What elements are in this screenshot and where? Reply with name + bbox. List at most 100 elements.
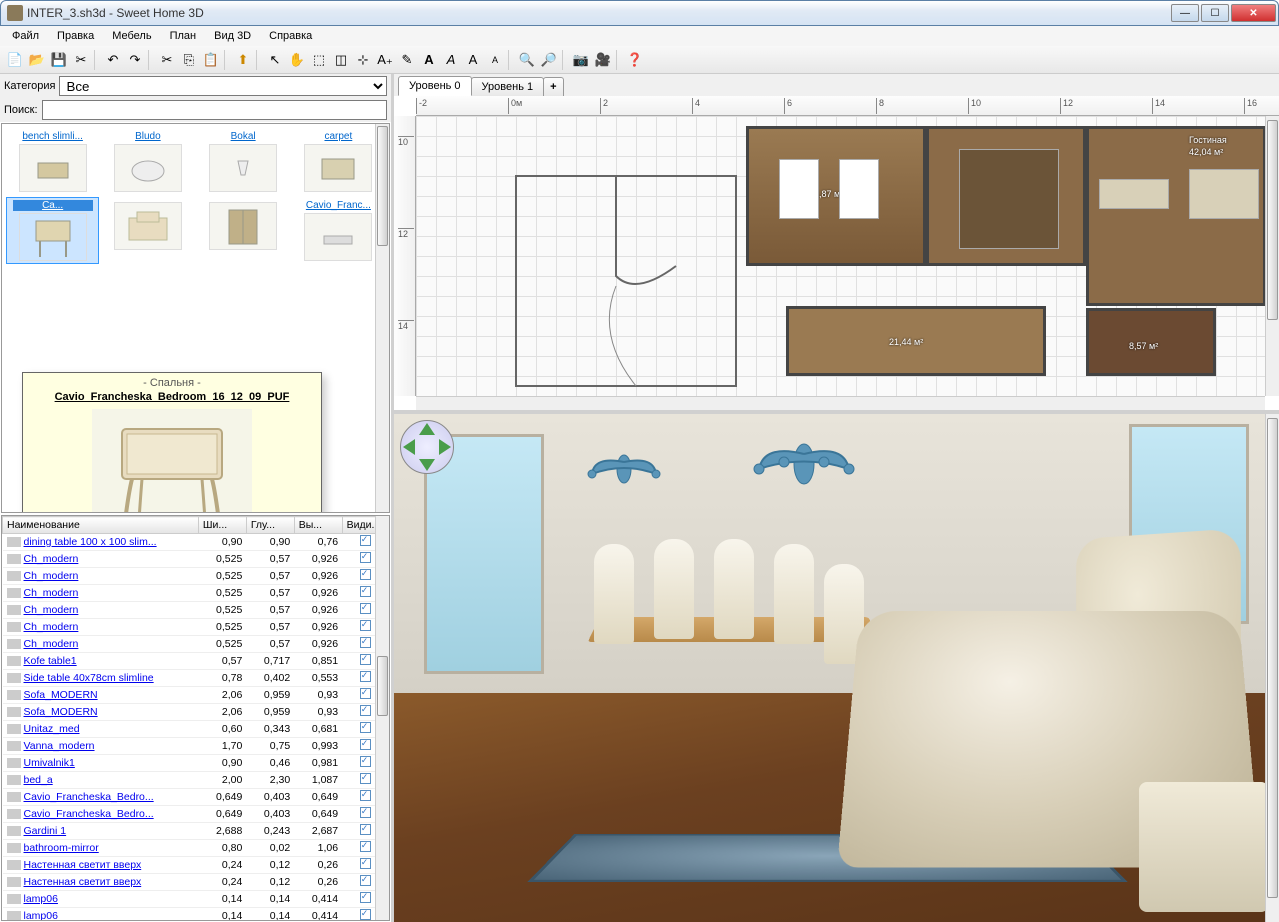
maximize-button[interactable]: ☐ (1201, 4, 1229, 22)
plan-scrollbar-v[interactable] (1265, 116, 1279, 396)
create-text-icon[interactable]: ✎ (396, 49, 418, 71)
toolbar: 📄 📂 💾 ✂ ↶ ↷ ✂ ⎘ 📋 ⬆ ↖ ✋ ⬚ ◫ ⊹ A₊ ✎ A A A… (0, 46, 1279, 74)
create-polyline-icon[interactable]: ⊹ (352, 49, 374, 71)
table-row[interactable]: Ch_modern0,5250,570,926 (3, 602, 389, 619)
add-furniture-icon[interactable]: ⬆ (232, 49, 254, 71)
table-row[interactable]: Cavio_Francheska_Bedro...0,6490,4030,649 (3, 789, 389, 806)
furniture-thumb[interactable] (114, 144, 182, 192)
table-row[interactable]: dining table 100 x 100 slim...0,900,900,… (3, 534, 389, 551)
furniture-thumb[interactable] (209, 202, 277, 250)
level-tab-1[interactable]: Уровень 1 (471, 77, 545, 96)
3d-nav-compass[interactable] (400, 420, 454, 474)
col-width[interactable]: Ши... (198, 517, 246, 534)
create-walls-icon[interactable]: ⬚ (308, 49, 330, 71)
increase-text-icon[interactable]: A (462, 49, 484, 71)
nav-up-icon[interactable] (419, 423, 435, 435)
table-row[interactable]: Side table 40x78cm slimline0,780,4020,55… (3, 670, 389, 687)
bold-icon[interactable]: A (418, 49, 440, 71)
ottoman-3d (1139, 782, 1269, 912)
nav-down-icon[interactable] (419, 459, 435, 471)
table-row[interactable]: Ch_modern0,5250,570,926 (3, 636, 389, 653)
redo-icon[interactable]: ↷ (124, 49, 146, 71)
undo-icon[interactable]: ↶ (102, 49, 124, 71)
furniture-thumb[interactable] (114, 202, 182, 250)
tooltip-name: Cavio_Francheska_Bedroom_16_12_09_PUF (27, 391, 317, 403)
photo-icon[interactable]: 📷 (570, 49, 592, 71)
table-row[interactable]: Ch_modern0,5250,570,926 (3, 619, 389, 636)
menu-help[interactable]: Справка (261, 28, 320, 44)
help-icon[interactable]: ❓ (624, 49, 646, 71)
list-scrollbar[interactable] (375, 516, 389, 920)
table-row[interactable]: Sofa_MODERN2,060,9590,93 (3, 704, 389, 721)
menu-bar: Файл Правка Мебель План Вид 3D Справка (0, 26, 1279, 46)
furniture-thumb[interactable] (209, 144, 277, 192)
table-row[interactable]: Ch_modern0,5250,570,926 (3, 551, 389, 568)
menu-file[interactable]: Файл (4, 28, 47, 44)
col-height[interactable]: Вы... (294, 517, 342, 534)
open-file-icon[interactable]: 📂 (26, 49, 48, 71)
table-row[interactable]: lamp060,140,140,414 (3, 908, 389, 922)
new-file-icon[interactable]: 📄 (4, 49, 26, 71)
3d-view[interactable] (394, 414, 1279, 922)
create-dimensions-icon[interactable]: A₊ (374, 49, 396, 71)
furniture-catalog[interactable]: bench slimli... Bludo Bokal carpet Ca...… (1, 123, 390, 513)
catalog-scrollbar[interactable] (375, 124, 389, 512)
close-button[interactable]: ✕ (1231, 4, 1276, 22)
search-input[interactable] (42, 100, 387, 120)
select-icon[interactable]: ↖ (264, 49, 286, 71)
table-row[interactable]: Настенная светит вверх0,240,120,26 (3, 874, 389, 891)
menu-plan[interactable]: План (162, 28, 205, 44)
preferences-icon[interactable]: ✂ (70, 49, 92, 71)
nav-left-icon[interactable] (403, 439, 415, 455)
italic-icon[interactable]: A (440, 49, 462, 71)
table-row[interactable]: Vanna_modern1,700,750,993 (3, 738, 389, 755)
create-rooms-icon[interactable]: ◫ (330, 49, 352, 71)
app-icon (7, 5, 23, 21)
table-row[interactable]: Gardini 12,6880,2432,687 (3, 823, 389, 840)
paste-icon[interactable]: 📋 (200, 49, 222, 71)
zoom-in-icon[interactable]: 🔍 (516, 49, 538, 71)
col-depth[interactable]: Глу... (246, 517, 294, 534)
nav-right-icon[interactable] (439, 439, 451, 455)
plan-canvas[interactable]: 14,87 м² Гостиная42,04 м² 21,44 м² 8,57 … (416, 116, 1265, 396)
decrease-text-icon[interactable]: A (484, 49, 506, 71)
furniture-thumb-selected[interactable] (19, 213, 87, 261)
window-title-bar: INTER_3.sh3d - Sweet Home 3D — ☐ ✕ (0, 0, 1279, 26)
table-row[interactable]: lamp060,140,140,414 (3, 891, 389, 908)
window-title: INTER_3.sh3d - Sweet Home 3D (27, 6, 1171, 20)
tooltip-preview (92, 409, 252, 513)
menu-edit[interactable]: Правка (49, 28, 102, 44)
table-row[interactable]: Ch_modern0,5250,570,926 (3, 568, 389, 585)
pan-icon[interactable]: ✋ (286, 49, 308, 71)
cut-icon[interactable]: ✂ (156, 49, 178, 71)
table-row[interactable]: Cavio_Francheska_Bedro...0,6490,4030,649 (3, 806, 389, 823)
level-tab-0[interactable]: Уровень 0 (398, 76, 472, 96)
table-row[interactable]: Kofe table10,570,7170,851 (3, 653, 389, 670)
category-label: Категория (4, 80, 55, 92)
video-icon[interactable]: 🎥 (592, 49, 614, 71)
table-row[interactable]: bed_a2,002,301,087 (3, 772, 389, 789)
furniture-thumb[interactable] (19, 144, 87, 192)
table-row[interactable]: Sofa_MODERN2,060,9590,93 (3, 687, 389, 704)
add-level-button[interactable]: + (543, 77, 563, 96)
menu-furniture[interactable]: Мебель (104, 28, 159, 44)
table-row[interactable]: Unitaz_med0,600,3430,681 (3, 721, 389, 738)
furniture-thumb[interactable] (304, 213, 372, 261)
table-row[interactable]: bathroom-mirror0,800,021,06 (3, 840, 389, 857)
furniture-list[interactable]: Наименование Ши... Глу... Вы... Види... … (1, 515, 390, 921)
zoom-out-icon[interactable]: 🔎 (538, 49, 560, 71)
plan-view[interactable]: Уровень 0 Уровень 1 + -20м246810121416 1… (394, 74, 1279, 414)
menu-3dview[interactable]: Вид 3D (206, 28, 259, 44)
plan-scrollbar-h[interactable] (416, 396, 1265, 410)
save-icon[interactable]: 💾 (48, 49, 70, 71)
table-row[interactable]: Umivalnik10,900,460,981 (3, 755, 389, 772)
table-row[interactable]: Настенная светит вверх0,240,120,26 (3, 857, 389, 874)
copy-icon[interactable]: ⎘ (178, 49, 200, 71)
furniture-thumb[interactable] (304, 144, 372, 192)
chandelier-icon (574, 434, 674, 504)
category-select[interactable]: Все (59, 76, 387, 96)
minimize-button[interactable]: — (1171, 4, 1199, 22)
3d-scrollbar[interactable] (1265, 414, 1279, 922)
table-row[interactable]: Ch_modern0,5250,570,926 (3, 585, 389, 602)
col-name[interactable]: Наименование (3, 517, 199, 534)
